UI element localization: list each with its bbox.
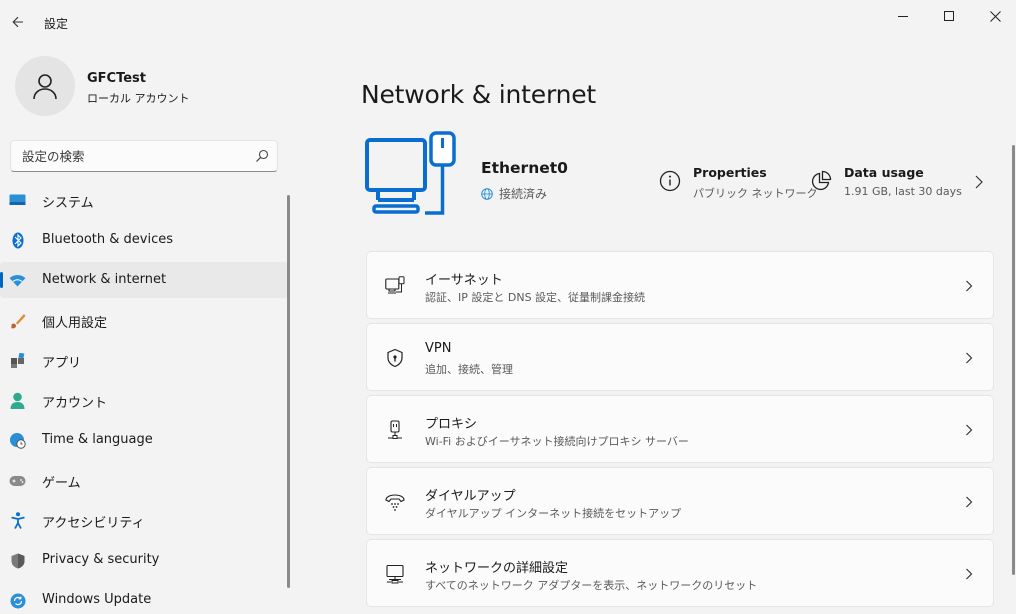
properties-title: Properties bbox=[693, 165, 767, 180]
update-icon bbox=[9, 592, 26, 609]
sidebar-item-label: Windows Update bbox=[42, 592, 152, 607]
card-vpn[interactable]: VPN 追加、接続、管理 bbox=[366, 323, 994, 391]
search-input[interactable] bbox=[11, 141, 241, 171]
sidebar-item-gaming[interactable]: ゲーム bbox=[0, 462, 288, 498]
system-icon bbox=[9, 192, 26, 209]
sidebar-scrollbar[interactable] bbox=[287, 195, 290, 588]
minimize-button[interactable] bbox=[880, 0, 926, 32]
back-button[interactable] bbox=[6, 8, 30, 36]
brush-icon bbox=[9, 312, 26, 329]
sidebar-item-privacy[interactable]: Privacy & security bbox=[0, 542, 288, 578]
ethernet-icon bbox=[385, 276, 405, 294]
globe-icon bbox=[481, 187, 493, 200]
gamepad-icon bbox=[9, 472, 26, 489]
card-subtitle: ダイヤルアップ インターネット接続をセットアップ bbox=[425, 507, 682, 520]
close-button[interactable] bbox=[972, 0, 1016, 32]
sidebar-item-accessibility[interactable]: アクセシビリティ bbox=[0, 502, 288, 538]
sidebar-item-personalization[interactable]: 個人用設定 bbox=[0, 302, 288, 338]
advanced-network-icon bbox=[386, 564, 404, 584]
main-scrollbar[interactable] bbox=[1012, 145, 1015, 575]
properties-link[interactable]: Properties パブリック ネットワーク bbox=[659, 164, 818, 201]
card-subtitle: すべてのネットワーク アダプターを表示、ネットワークのリセット bbox=[425, 579, 758, 592]
ethernet-computer-icon bbox=[365, 131, 456, 215]
title-bar: 設定 bbox=[0, 0, 1016, 46]
app-title: 設定 bbox=[44, 17, 69, 31]
data-usage-link[interactable]: Data usage 1.91 GB, last 30 days bbox=[810, 164, 962, 198]
globe-clock-icon bbox=[9, 432, 26, 449]
page-title: Network & internet bbox=[361, 80, 597, 109]
sidebar-item-apps[interactable]: アプリ bbox=[0, 342, 288, 378]
card-proxy[interactable]: プロキシ Wi-Fi およびイーサネット接続向けプロキシ サーバー bbox=[366, 395, 994, 463]
card-title: VPN bbox=[425, 341, 452, 356]
card-ethernet[interactable]: イーサネット 認証、IP 設定と DNS 設定、従量制課金接続 bbox=[366, 251, 994, 319]
chevron-right-icon bbox=[966, 568, 973, 580]
maximize-button[interactable] bbox=[926, 0, 972, 32]
sidebar-item-network[interactable]: Network & internet bbox=[0, 262, 288, 298]
sidebar-item-time-language[interactable]: Time & language bbox=[0, 422, 288, 458]
account-type: ローカル アカウント bbox=[87, 92, 190, 105]
person-icon bbox=[9, 392, 26, 409]
selection-indicator bbox=[0, 272, 3, 288]
info-icon bbox=[659, 170, 681, 192]
chevron-right-icon bbox=[966, 352, 973, 364]
sidebar-item-label: アクセシビリティ bbox=[42, 516, 145, 531]
chevron-right-icon bbox=[966, 280, 973, 292]
pie-chart-icon bbox=[811, 170, 832, 191]
sidebar-item-label: ゲーム bbox=[42, 476, 81, 491]
chevron-right-icon bbox=[966, 424, 973, 436]
sidebar-item-label: アカウント bbox=[42, 396, 108, 411]
sidebar-item-bluetooth[interactable]: Bluetooth & devices bbox=[0, 222, 288, 258]
card-title: ダイヤルアップ bbox=[425, 489, 516, 504]
card-title: ネットワークの詳細設定 bbox=[425, 561, 569, 576]
person-icon bbox=[33, 74, 57, 100]
sidebar-item-label: アプリ bbox=[42, 356, 82, 371]
back-arrow-icon bbox=[12, 16, 23, 28]
card-subtitle: 追加、接続、管理 bbox=[425, 363, 513, 376]
wifi-icon bbox=[9, 272, 26, 289]
sidebar-item-label: 個人用設定 bbox=[42, 316, 108, 331]
chevron-right-icon bbox=[966, 496, 973, 508]
search-box[interactable] bbox=[10, 140, 278, 172]
sidebar-item-label: Network & internet bbox=[42, 272, 167, 287]
sidebar-item-label: Bluetooth & devices bbox=[42, 232, 173, 247]
sidebar-item-label: システム bbox=[42, 196, 94, 211]
card-dialup[interactable]: ダイヤルアップ ダイヤルアップ インターネット接続をセットアップ bbox=[366, 467, 994, 535]
search-icon bbox=[256, 149, 269, 162]
bluetooth-icon bbox=[9, 232, 26, 249]
card-title: イーサネット bbox=[425, 273, 503, 288]
data-usage-value: 1.91 GB, last 30 days bbox=[844, 185, 962, 198]
adapter-name: Ethernet0 bbox=[481, 159, 568, 177]
data-usage-title: Data usage bbox=[844, 165, 924, 180]
proxy-icon bbox=[388, 420, 402, 439]
connection-status: 接続済み bbox=[481, 185, 547, 202]
network-profile: パブリック ネットワーク bbox=[693, 187, 818, 200]
apps-icon bbox=[9, 352, 26, 369]
card-subtitle: 認証、IP 設定と DNS 設定、従量制課金接続 bbox=[425, 291, 646, 304]
accessibility-icon bbox=[9, 512, 26, 529]
sidebar-item-windows-update[interactable]: Windows Update bbox=[0, 582, 288, 614]
maximize-icon bbox=[944, 11, 954, 21]
connection-status-label: 接続済み bbox=[499, 187, 548, 201]
sidebar-item-label: Privacy & security bbox=[42, 552, 160, 567]
shield-icon bbox=[9, 552, 26, 569]
vpn-shield-icon bbox=[387, 348, 403, 368]
user-name: GFCTest bbox=[87, 71, 147, 86]
card-advanced-network[interactable]: ネットワークの詳細設定 すべてのネットワーク アダプターを表示、ネットワークのリ… bbox=[366, 539, 994, 607]
card-subtitle: Wi-Fi およびイーサネット接続向けプロキシ サーバー bbox=[425, 435, 689, 448]
chevron-right-icon[interactable] bbox=[973, 174, 985, 190]
minimize-icon bbox=[898, 16, 908, 17]
card-title: プロキシ bbox=[425, 417, 478, 432]
sidebar-item-label: Time & language bbox=[42, 432, 153, 447]
sidebar-item-system[interactable]: システム bbox=[0, 182, 288, 218]
dialup-icon bbox=[385, 494, 405, 511]
avatar[interactable] bbox=[15, 56, 75, 116]
sidebar-item-accounts[interactable]: アカウント bbox=[0, 382, 288, 418]
close-icon bbox=[989, 10, 1001, 22]
